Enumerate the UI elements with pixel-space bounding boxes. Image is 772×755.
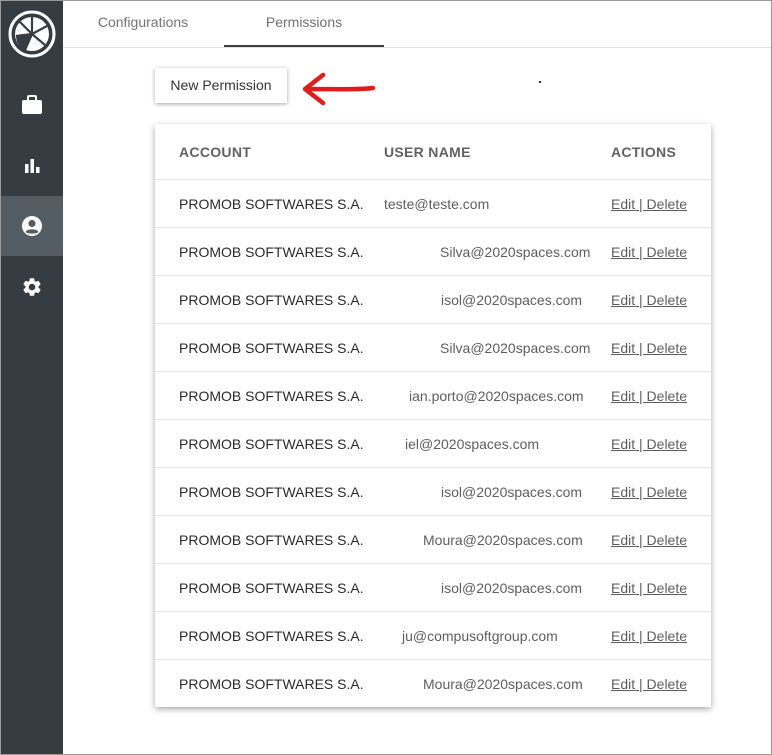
table-row: PROMOB SOFTWARES S.A. ju@compusoftgroup.… [155, 612, 711, 660]
table-row: PROMOB SOFTWARES S.A. isol@2020spaces.co… [155, 468, 711, 516]
edit-link[interactable]: Edit [611, 292, 635, 308]
action-separator: | [635, 388, 647, 404]
tab-permissions[interactable]: Permissions [224, 1, 384, 47]
user-name-cell: iel@2020spaces.com [405, 436, 540, 452]
user-name-cell: Moura@2020spaces.com [423, 532, 583, 548]
edit-link[interactable]: Edit [611, 388, 635, 404]
brand-logo[interactable] [8, 10, 56, 58]
account-cell: PROMOB SOFTWARES S.A. [179, 196, 364, 212]
actions-cell: Edit | Delete [611, 228, 687, 276]
edit-link[interactable]: Edit [611, 532, 635, 548]
delete-link[interactable]: Delete [647, 580, 687, 596]
delete-link[interactable]: Delete [647, 436, 687, 452]
user-name-cell: teste@teste.com [384, 196, 490, 212]
edit-link[interactable]: Edit [611, 340, 635, 356]
annotation-arrow-icon [302, 72, 376, 106]
user-name-cell: ian.porto@2020spaces.com [409, 388, 584, 404]
account-cell: PROMOB SOFTWARES S.A. [179, 292, 364, 308]
sidebar-item-settings[interactable] [1, 257, 63, 317]
edit-link[interactable]: Edit [611, 196, 635, 212]
actions-cell: Edit | Delete [611, 468, 687, 516]
table-row: PROMOB SOFTWARES S.A. Moura@2020spaces.c… [155, 516, 711, 564]
user-name-cell: Silva@2020spaces.com [440, 340, 591, 356]
user-name-cell: isol@2020spaces.com [441, 580, 583, 596]
account-circle-icon [22, 216, 42, 236]
actions-cell: Edit | Delete [611, 516, 687, 564]
action-separator: | [635, 484, 647, 500]
actions-cell: Edit | Delete [611, 276, 687, 324]
permissions-table: ACCOUNT USER NAME ACTIONS PROMOB SOFTWAR… [155, 124, 711, 707]
stray-dot [539, 81, 541, 83]
account-cell: PROMOB SOFTWARES S.A. [179, 388, 364, 404]
account-cell: PROMOB SOFTWARES S.A. [179, 628, 364, 644]
actions-cell: Edit | Delete [611, 612, 687, 660]
bar-chart-icon [25, 159, 40, 173]
delete-link[interactable]: Delete [647, 628, 687, 644]
action-separator: | [635, 532, 647, 548]
delete-link[interactable]: Delete [647, 244, 687, 260]
table-row: PROMOB SOFTWARES S.A. teste@teste.com Ed… [155, 180, 711, 228]
delete-link[interactable]: Delete [647, 292, 687, 308]
edit-link[interactable]: Edit [611, 244, 635, 260]
briefcase-icon [22, 95, 42, 114]
edit-link[interactable]: Edit [611, 436, 635, 452]
account-cell: PROMOB SOFTWARES S.A. [179, 340, 364, 356]
gear-icon [23, 278, 41, 296]
sidebar [1, 1, 63, 754]
account-cell: PROMOB SOFTWARES S.A. [179, 244, 364, 260]
user-name-cell: isol@2020spaces.com [441, 292, 583, 308]
table-row: PROMOB SOFTWARES S.A. Silva@2020spaces.c… [155, 324, 711, 372]
account-cell: PROMOB SOFTWARES S.A. [179, 532, 364, 548]
column-header-user-name: USER NAME [384, 144, 471, 160]
edit-link[interactable]: Edit [611, 484, 635, 500]
delete-link[interactable]: Delete [647, 532, 687, 548]
edit-link[interactable]: Edit [611, 580, 635, 596]
user-name-cell: isol@2020spaces.com [441, 484, 583, 500]
edit-link[interactable]: Edit [611, 676, 635, 692]
tab-configurations[interactable]: Configurations [63, 1, 223, 45]
table-row: PROMOB SOFTWARES S.A. ian.porto@2020spac… [155, 372, 711, 420]
user-name-cell: ju@compusoftgroup.com [402, 628, 558, 644]
account-cell: PROMOB SOFTWARES S.A. [179, 484, 364, 500]
actions-cell: Edit | Delete [611, 660, 687, 708]
user-name-cell: Silva@2020spaces.com [440, 244, 591, 260]
delete-link[interactable]: Delete [647, 196, 687, 212]
delete-link[interactable]: Delete [647, 676, 687, 692]
action-separator: | [635, 580, 647, 596]
table-header: ACCOUNT USER NAME ACTIONS [155, 124, 711, 180]
actions-cell: Edit | Delete [611, 324, 687, 372]
sidebar-item-reports[interactable] [1, 135, 63, 195]
column-header-account: ACCOUNT [179, 144, 252, 160]
table-row: PROMOB SOFTWARES S.A. isol@2020spaces.co… [155, 276, 711, 324]
action-separator: | [635, 340, 647, 356]
table-row: PROMOB SOFTWARES S.A. Silva@2020spaces.c… [155, 228, 711, 276]
actions-cell: Edit | Delete [611, 180, 687, 228]
sidebar-item-users[interactable] [1, 196, 63, 256]
table-row: PROMOB SOFTWARES S.A. isol@2020spaces.co… [155, 564, 711, 612]
new-permission-button[interactable]: New Permission [155, 68, 287, 103]
action-separator: | [635, 196, 647, 212]
action-separator: | [635, 244, 647, 260]
sidebar-item-projects[interactable] [1, 75, 63, 135]
actions-cell: Edit | Delete [611, 372, 687, 420]
action-separator: | [635, 676, 647, 692]
table-row: PROMOB SOFTWARES S.A. iel@2020spaces.com… [155, 420, 711, 468]
user-name-cell: Moura@2020spaces.com [423, 676, 583, 692]
account-cell: PROMOB SOFTWARES S.A. [179, 676, 364, 692]
account-cell: PROMOB SOFTWARES S.A. [179, 580, 364, 596]
actions-cell: Edit | Delete [611, 420, 687, 468]
delete-link[interactable]: Delete [647, 484, 687, 500]
delete-link[interactable]: Delete [647, 340, 687, 356]
delete-link[interactable]: Delete [647, 388, 687, 404]
tab-bar: Configurations Permissions [63, 1, 771, 48]
account-cell: PROMOB SOFTWARES S.A. [179, 436, 364, 452]
action-separator: | [635, 628, 647, 644]
table-row: PROMOB SOFTWARES S.A. Moura@2020spaces.c… [155, 660, 711, 707]
action-separator: | [635, 292, 647, 308]
edit-link[interactable]: Edit [611, 628, 635, 644]
column-header-actions: ACTIONS [611, 144, 677, 160]
app-window: Configurations Permissions New Permissio… [0, 0, 772, 755]
actions-cell: Edit | Delete [611, 564, 687, 612]
action-separator: | [635, 436, 647, 452]
